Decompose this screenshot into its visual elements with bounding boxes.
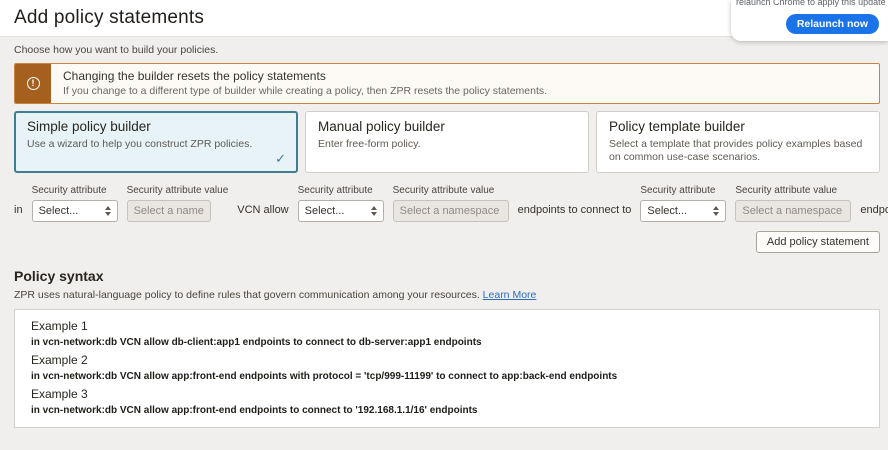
statement-conjunction: endpoints: [860, 204, 888, 222]
policy-examples-box: Example 1 in vcn-network:db VCN allow db…: [14, 309, 880, 428]
warning-title: Changing the builder resets the policy s…: [63, 69, 547, 83]
intro-text: Choose how you want to build your polici…: [14, 44, 880, 56]
security-attribute-value-label: Security attribute value: [127, 185, 229, 196]
select-stepper-icon: [371, 206, 377, 216]
select-value: Select...: [647, 205, 687, 217]
policy-statement-row: in Security attribute Select... Security…: [14, 185, 880, 222]
relaunch-now-button[interactable]: Relaunch now: [786, 14, 879, 34]
content-area: Choose how you want to build your polici…: [0, 44, 888, 428]
security-attribute-group-2: Security attribute Select...: [298, 185, 384, 222]
example-label: Example 3: [31, 387, 863, 401]
card-description: Select a template that provides policy e…: [609, 138, 867, 164]
select-value: Select...: [39, 205, 79, 217]
learn-more-link[interactable]: Learn More: [483, 289, 537, 301]
security-attribute-value-group-1: Security attribute value: [127, 185, 229, 222]
card-description: Use a wizard to help you construct ZPR p…: [27, 138, 285, 151]
warning-icon: !: [27, 77, 40, 90]
chrome-update-popup: relaunch Chrome to apply this update Rel…: [731, 0, 888, 41]
card-title: Simple policy builder: [27, 119, 285, 134]
example-label: Example 1: [31, 319, 863, 333]
security-attribute-select-1[interactable]: Select...: [32, 200, 118, 222]
security-attribute-value-input-3[interactable]: [735, 200, 851, 222]
add-policy-statement-button[interactable]: Add policy statement: [756, 231, 880, 253]
security-attribute-label: Security attribute: [298, 185, 384, 196]
select-value: Select...: [305, 205, 345, 217]
security-attribute-group-1: Security attribute Select...: [32, 185, 118, 222]
example-code: in vcn-network:db VCN allow db-client:ap…: [31, 337, 863, 348]
card-title: Policy template builder: [609, 119, 867, 134]
statement-prefix: in: [14, 204, 23, 222]
security-attribute-label: Security attribute: [32, 185, 118, 196]
example-code: in vcn-network:db VCN allow app:front-en…: [31, 371, 863, 382]
security-attribute-value-input-1[interactable]: [127, 200, 211, 222]
page-title: Add policy statements: [14, 7, 204, 29]
security-attribute-value-label: Security attribute value: [393, 185, 509, 196]
security-attribute-group-3: Security attribute Select...: [640, 185, 726, 222]
warning-description: If you change to a different type of bui…: [63, 85, 547, 97]
card-description: Enter free-form policy.: [318, 138, 576, 151]
security-attribute-select-3[interactable]: Select...: [640, 200, 726, 222]
selected-check-icon: ✓: [275, 151, 286, 167]
select-stepper-icon: [105, 206, 111, 216]
policy-syntax-title: Policy syntax: [14, 268, 880, 284]
security-attribute-value-label: Security attribute value: [735, 185, 851, 196]
security-attribute-select-2[interactable]: Select...: [298, 200, 384, 222]
policy-syntax-description-text: ZPR uses natural-language policy to defi…: [14, 289, 480, 301]
builder-cards: Simple policy builder Use a wizard to he…: [14, 111, 880, 173]
warning-body: Changing the builder resets the policy s…: [51, 64, 559, 103]
card-manual-policy-builder[interactable]: Manual policy builder Enter free-form po…: [305, 111, 589, 173]
add-statement-row: Add policy statement: [14, 231, 880, 253]
statement-conjunction: VCN allow: [237, 204, 288, 222]
example-label: Example 2: [31, 353, 863, 367]
example-code: in vcn-network:db VCN allow app:front-en…: [31, 405, 863, 416]
statement-conjunction: endpoints to connect to: [518, 204, 632, 222]
security-attribute-value-group-2: Security attribute value: [393, 185, 509, 222]
select-stepper-icon: [713, 206, 719, 216]
chrome-update-message: relaunch Chrome to apply this update: [736, 0, 888, 7]
security-attribute-value-group-3: Security attribute value: [735, 185, 851, 222]
warning-banner: ! Changing the builder resets the policy…: [14, 63, 880, 104]
security-attribute-value-input-2[interactable]: [393, 200, 509, 222]
card-simple-policy-builder[interactable]: Simple policy builder Use a wizard to he…: [14, 111, 298, 173]
card-policy-template-builder[interactable]: Policy template builder Select a templat…: [596, 111, 880, 173]
policy-syntax-description: ZPR uses natural-language policy to defi…: [14, 289, 880, 301]
warning-icon-cell: !: [15, 64, 51, 103]
card-title: Manual policy builder: [318, 119, 576, 134]
security-attribute-label: Security attribute: [640, 185, 726, 196]
